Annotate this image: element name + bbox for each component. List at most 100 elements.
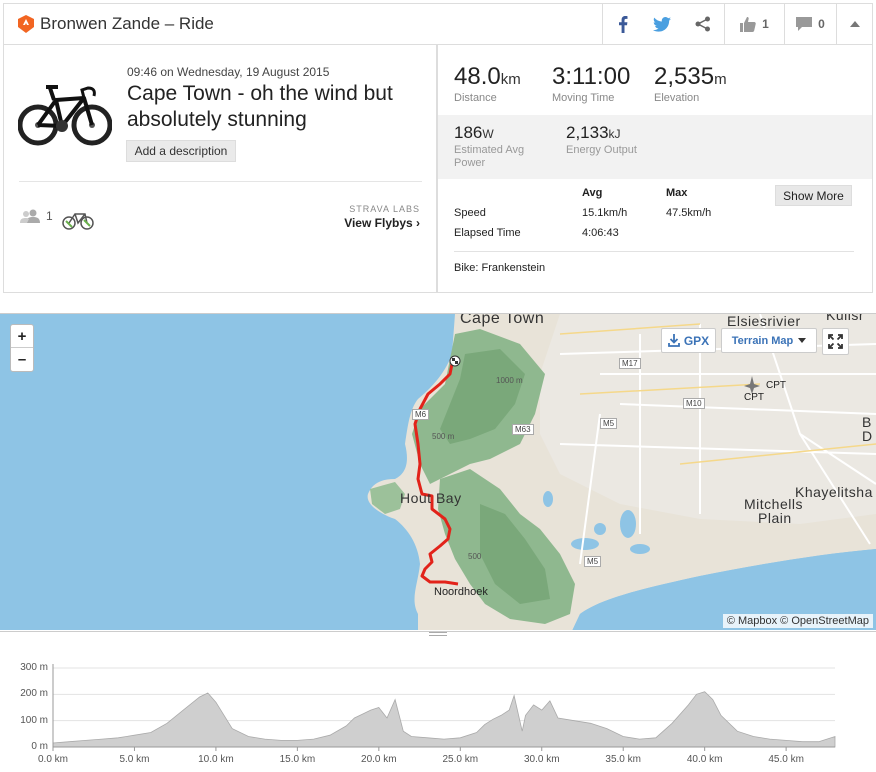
gpx-export-button[interactable]: GPX [661,328,716,353]
label-kuilsr: Kuilsr [826,313,865,323]
power-value: 186 [454,123,483,142]
athletes-icon [20,209,40,223]
stats-divider [454,251,854,252]
add-description-button[interactable]: Add a description [126,140,236,162]
twitter-share-button[interactable] [642,4,682,44]
map-type-label: Terrain Map [731,334,794,347]
elevation-unit: m [714,71,727,88]
x-tick-label: 5.0 km [119,754,150,765]
distance-label: Distance [454,92,497,104]
share-icon [695,16,710,32]
bike-photo-icon [18,85,112,146]
distance-unit: km [500,71,521,88]
download-icon [667,334,680,347]
elevation-area [52,691,836,748]
power-unit: W [482,127,494,141]
map-type-dropdown[interactable]: Terrain Map [721,328,817,353]
moving-time-label: Moving Time [552,92,615,104]
map-terrain [367,314,876,630]
collapse-button[interactable] [836,4,872,44]
zoom-out-button[interactable]: – [11,348,33,371]
page-title: Bronwen Zande – Ride [40,14,214,33]
elapsed-label: Elapsed Time [454,227,521,239]
stat-energy: 2,133kJ Energy Output [566,123,637,157]
thumbs-up-icon [740,16,756,32]
label-d: D [862,428,873,444]
secondary-stats: 186W Estimated Avg Power 2,133kJ Energy … [438,115,872,179]
strava-labs-label: STRAVA LABS [349,204,420,214]
elapsed-value: 4:06:43 [582,227,619,239]
activity-date: 09:46 on Wednesday, 19 August 2015 [127,65,330,79]
activity-header: Bronwen Zande – Ride 1 0 [3,3,873,45]
energy-label: Energy Output [566,144,637,156]
facebook-icon [618,15,627,33]
comments-count: 0 [818,17,825,31]
view-flybys-label: View Flybys › [344,216,420,230]
bike-type-icon [62,213,94,230]
gpx-label: GPX [683,333,710,348]
bike-name[interactable]: Bike: Frankenstein [454,262,545,274]
moving-time-value: 3:11:00 [552,63,631,90]
stat-power: 186W Estimated Avg Power [454,123,544,170]
zoom-in-button[interactable]: + [11,325,33,348]
label-khayelitsha: Khayelitsha [795,484,873,500]
road-m10: M10 [683,398,705,409]
fullscreen-button[interactable] [822,328,849,355]
elevation-plot [52,664,836,751]
comments-button[interactable]: 0 [784,4,836,44]
contour-500b: 500 [468,552,482,561]
activity-name[interactable]: Cape Town - oh the wind but absolutely s… [127,81,427,133]
map-attribution[interactable]: © Mapbox © OpenStreetMap [722,614,873,628]
flyby-link[interactable]: STRAVA LABS View Flybys › [344,204,420,230]
road-m5: M5 [600,418,618,429]
road-m6: M6 [412,409,430,420]
label-plain: Plain [758,510,792,526]
activity-summary-panel: 09:46 on Wednesday, 19 August 2015 Cape … [3,45,437,293]
x-tick-label: 35.0 km [605,754,641,765]
col-avg: Avg [582,187,603,199]
stat-elevation: 2,535m Elevation [654,63,727,104]
label-cape-town: Cape Town [460,313,545,327]
label-cpt2: CPT [744,392,764,403]
speed-label: Speed [454,207,486,219]
y-tick-label: 300 m [20,662,48,673]
strava-logo-icon [18,15,34,33]
contour-1000: 1000 m [496,376,523,385]
label-hout-bay: Hout Bay [400,490,462,506]
x-tick-label: 20.0 km [361,754,397,765]
y-tick-label: 200 m [20,688,48,700]
energy-value: 2,133 [566,123,609,142]
stat-distance: 48.0km Distance [454,63,521,104]
x-tick-label: 30.0 km [523,754,560,765]
show-more-button[interactable]: Show More [775,185,852,206]
kudos-button[interactable]: 1 [724,4,784,44]
facebook-share-button[interactable] [602,4,642,44]
y-tick-label: 100 m [20,714,48,726]
speed-avg: 15.1km/h [582,207,628,219]
caret-down-icon [798,338,807,343]
x-tick-label: 0.0 km [37,754,68,765]
zoom-control: + – [10,324,34,372]
stat-moving-time: 3:11:00 Moving Time [552,63,630,104]
x-tick-label: 45.0 km [768,754,804,765]
elevation-chart[interactable]: 300 m 200 m 100 m 0 m 0.0 km 5.0 km 10.0 km 15… [0,631,876,772]
x-tick-label: 25.0 km [442,754,479,765]
athletes-count[interactable]: 1 [20,209,53,223]
road-m63: M63 [512,424,534,435]
twitter-icon [653,16,671,32]
elevation-value: 2,535 [654,63,715,90]
x-tick-label: 40.0 km [686,754,723,765]
y-tick-label: 0 m [31,741,48,752]
share-button[interactable] [682,4,724,44]
kudos-count: 1 [762,17,769,31]
route-map[interactable]: Cape Town Elsiesrivier Kuilsr Hout Bay N… [0,313,876,630]
x-tick-label: 15.0 km [279,754,316,765]
road-m5b: M5 [584,556,602,567]
activity-stats-panel: 48.0km Distance 3:11:00 Moving Time 2,53… [437,45,873,293]
col-max: Max [666,187,688,199]
distance-value: 48.0 [454,63,501,90]
elevation-label: Elevation [654,92,700,104]
energy-unit: kJ [608,127,621,141]
speed-max: 47.5km/h [666,207,712,219]
activity-page: Bronwen Zande – Ride 1 0 09:46 on Wednes… [0,0,876,772]
